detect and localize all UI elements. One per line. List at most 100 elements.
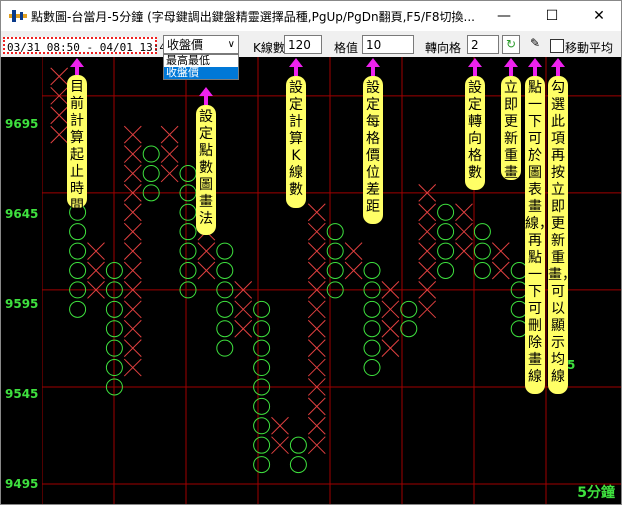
o-mark	[216, 320, 234, 338]
x-mark	[491, 261, 510, 280]
o-mark	[179, 262, 197, 279]
moving-avg-checkbox[interactable]	[550, 39, 564, 53]
x-mark	[123, 261, 142, 280]
x-mark	[160, 125, 179, 144]
box-value-input[interactable]: 10	[362, 35, 414, 54]
arrow-shaft	[204, 95, 208, 105]
o-mark	[289, 436, 307, 454]
arrow-shaft	[556, 66, 560, 76]
x-mark	[491, 242, 510, 260]
x-mark	[234, 300, 253, 319]
x-mark	[307, 416, 326, 435]
x-mark	[307, 436, 326, 455]
app-icon	[9, 10, 27, 22]
x-mark	[123, 125, 142, 144]
x-mark	[455, 203, 473, 222]
o-mark	[363, 262, 381, 279]
x-mark	[160, 145, 179, 163]
minimize-button[interactable]: —	[481, 1, 527, 31]
window-title: 點數圖-台當月-5分鐘 (字母鍵調出鍵盤精靈選擇品種,PgUp/PgDn翻頁,F…	[31, 10, 475, 24]
side-number: 5	[567, 358, 576, 372]
o-mark	[289, 456, 307, 474]
o-mark	[363, 300, 381, 318]
refresh-button[interactable]: ↻	[502, 35, 520, 54]
x-mark	[123, 300, 142, 319]
callout-k-count: 設定計算K線數	[286, 76, 306, 208]
x-mark	[307, 319, 326, 338]
box-value-label: 格值	[334, 41, 359, 55]
close-button[interactable]: ✕	[576, 1, 621, 31]
x-mark	[197, 242, 216, 260]
o-mark	[400, 320, 418, 338]
o-mark	[253, 339, 271, 357]
o-mark	[363, 339, 381, 357]
maximize-button[interactable]: ☐	[529, 1, 575, 31]
callout-method: 設定點數圖畫法	[196, 105, 216, 235]
x-mark	[123, 222, 142, 241]
y-tick-label: 9495	[5, 477, 39, 491]
x-mark	[381, 319, 400, 338]
y-tick-label: 9545	[5, 387, 39, 401]
callout-refresh: 立即更新重畫	[501, 76, 521, 181]
x-mark	[271, 416, 289, 435]
x-mark	[418, 242, 437, 260]
x-mark	[307, 242, 326, 260]
x-mark	[418, 261, 437, 280]
x-mark	[307, 300, 326, 319]
refresh-icon: ↻	[505, 37, 517, 51]
x-mark	[87, 242, 105, 260]
o-mark	[473, 262, 491, 279]
x-mark	[381, 339, 400, 357]
o-mark	[473, 223, 491, 241]
o-mark	[253, 397, 271, 415]
x-mark	[307, 222, 326, 241]
x-mark	[455, 242, 473, 260]
moving-avg-label: 移動平均	[565, 41, 614, 55]
method-option-close[interactable]: 收盤價	[164, 67, 238, 79]
o-mark	[253, 320, 271, 338]
callout-time-range: 目前計算起止時間	[67, 75, 87, 214]
method-select[interactable]: 收盤價 ∨	[163, 35, 239, 54]
x-mark	[87, 261, 105, 280]
o-mark	[253, 456, 271, 474]
o-mark	[253, 359, 271, 377]
draw-line-button[interactable]: ✎	[526, 35, 544, 54]
o-mark	[473, 242, 491, 260]
x-mark	[307, 203, 326, 222]
k-count-label: K線數	[253, 41, 285, 55]
arrow-shaft	[473, 66, 477, 76]
o-mark	[179, 203, 197, 221]
callout-moving-avg: 勾選此項再按立即更新重畫，可以顯示均線	[548, 76, 576, 394]
o-mark	[179, 242, 197, 260]
o-mark	[400, 300, 418, 318]
x-mark	[160, 164, 179, 183]
x-mark	[50, 106, 69, 125]
callout-draw: 點一下可於圖表畫線，再點一下可刪除畫線	[525, 76, 553, 394]
x-mark	[123, 319, 142, 338]
x-mark	[418, 222, 437, 241]
o-mark	[69, 262, 87, 279]
k-count-input[interactable]: 120	[284, 35, 322, 54]
chevron-down-icon: ∨	[227, 39, 235, 50]
x-mark	[307, 397, 326, 416]
reversal-input[interactable]: 2	[467, 35, 499, 54]
x-mark	[455, 222, 473, 241]
x-mark	[344, 261, 363, 280]
x-mark	[123, 339, 142, 357]
o-mark	[69, 223, 87, 241]
o-mark	[437, 262, 455, 279]
y-tick-label: 9645	[5, 207, 39, 221]
x-mark	[50, 67, 69, 86]
x-mark	[50, 125, 69, 144]
method-dropdown: 最高最低 收盤價	[163, 54, 239, 80]
callout-reversal: 設定轉向格數	[465, 76, 485, 190]
o-mark	[437, 203, 455, 221]
x-mark	[123, 358, 142, 377]
arrow-shaft	[371, 66, 375, 76]
x-mark	[123, 145, 142, 163]
x-mark	[307, 339, 326, 357]
y-tick-label: 9595	[5, 297, 39, 311]
title-bar: 點數圖-台當月-5分鐘 (字母鍵調出鍵盤精靈選擇品種,PgUp/PgDn翻頁,F…	[1, 1, 621, 31]
arrow-shaft	[75, 66, 79, 75]
o-mark	[179, 164, 197, 182]
